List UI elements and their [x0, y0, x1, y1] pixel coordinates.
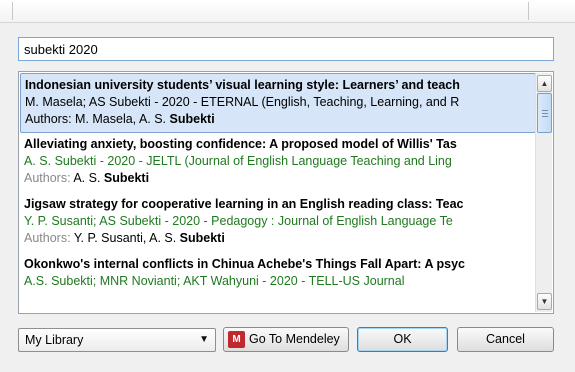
- go-to-mendeley-label: Go To Mendeley: [249, 332, 340, 346]
- grip-line: [542, 110, 548, 111]
- authors-highlight: Subekti: [179, 231, 225, 245]
- authors-label: Authors:: [25, 112, 76, 126]
- result-item[interactable]: Alleviating anxiety, boosting confidence…: [20, 133, 536, 193]
- authors-label: Authors:: [24, 171, 74, 185]
- go-to-mendeley-button[interactable]: M Go To Mendeley: [223, 327, 349, 352]
- library-select-value: My Library: [25, 333, 84, 347]
- mendeley-logo-icon: M: [228, 331, 245, 348]
- chevron-down-icon: ▼: [199, 334, 209, 345]
- authors-highlight: Subekti: [103, 171, 150, 185]
- results-scrollbar[interactable]: ▲ ▼: [535, 73, 552, 312]
- result-authors: Authors: A. S. Subekti: [24, 170, 532, 187]
- result-meta: A.S. Subekti; MNR Novianti; AKT Wahyuni …: [24, 274, 405, 288]
- result-authors: Authors: M. Masela, A. S. Subekti: [25, 111, 531, 128]
- search-input[interactable]: [18, 37, 554, 61]
- search-dialog: Indonesian university students’ visual l…: [0, 0, 575, 372]
- result-title: Indonesian university students’ visual l…: [25, 78, 460, 92]
- result-meta: A. S. Subekti - 2020 - JELTL (Journal of…: [24, 154, 452, 168]
- scrollbar-thumb[interactable]: [537, 93, 552, 133]
- result-title: Okonkwo's internal conflicts in Chinua A…: [24, 257, 465, 271]
- toolbar-separator: [528, 2, 529, 20]
- toolbar-strip: [0, 0, 575, 23]
- authors-highlight: Subekti: [169, 112, 215, 126]
- result-title: Jigsaw strategy for cooperative learning…: [24, 197, 464, 211]
- result-item[interactable]: Jigsaw strategy for cooperative learning…: [20, 193, 536, 253]
- grip-line: [542, 113, 548, 114]
- result-meta: M. Masela; AS Subekti - 2020 - ETERNAL (…: [25, 95, 460, 109]
- grip-line: [542, 116, 548, 117]
- arrow-up-icon[interactable]: ▲: [537, 75, 552, 92]
- cancel-button[interactable]: Cancel: [457, 327, 554, 352]
- results-list: Indonesian university students’ visual l…: [18, 71, 554, 314]
- arrow-down-icon[interactable]: ▼: [537, 293, 552, 310]
- authors-name: A. S.: [73, 171, 104, 185]
- result-item[interactable]: Indonesian university students’ visual l…: [20, 73, 536, 133]
- result-authors: Authors: Y. P. Susanti, A. S. Subekti: [24, 230, 532, 247]
- library-select[interactable]: My Library ▼: [18, 328, 216, 352]
- ok-button[interactable]: OK: [357, 327, 448, 352]
- authors-name: M. Masela, A. S.: [75, 112, 170, 126]
- result-title: Alleviating anxiety, boosting confidence…: [24, 137, 457, 151]
- result-item[interactable]: Okonkwo's internal conflicts in Chinua A…: [20, 253, 536, 312]
- results-viewport: Indonesian university students’ visual l…: [20, 73, 536, 312]
- authors-name: Y. P. Susanti, A. S.: [73, 231, 180, 245]
- authors-label: Authors:: [24, 231, 74, 245]
- toolbar-separator: [12, 2, 13, 20]
- result-meta: Y. P. Susanti; AS Subekti - 2020 - Pedag…: [24, 214, 453, 228]
